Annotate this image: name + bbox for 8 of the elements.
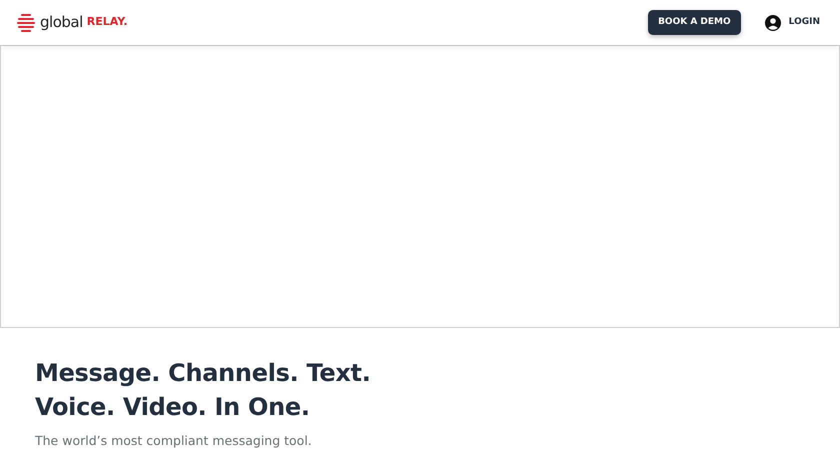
- logo-text: global: [40, 12, 83, 34]
- hero-subtitle: The world’s most compliant messaging tool.: [35, 432, 313, 450]
- login-link[interactable]: LOGIN: [788, 16, 820, 30]
- book-demo-button[interactable]: BOOK A DEMO: [648, 10, 741, 36]
- logo-icon: [16, 12, 36, 32]
- logo-text: RELAY.: [86, 14, 128, 30]
- hero-heading: Message. Channels. Text. Voice. Video. In One.: [35, 358, 372, 423]
- user-icon: [764, 14, 781, 30]
